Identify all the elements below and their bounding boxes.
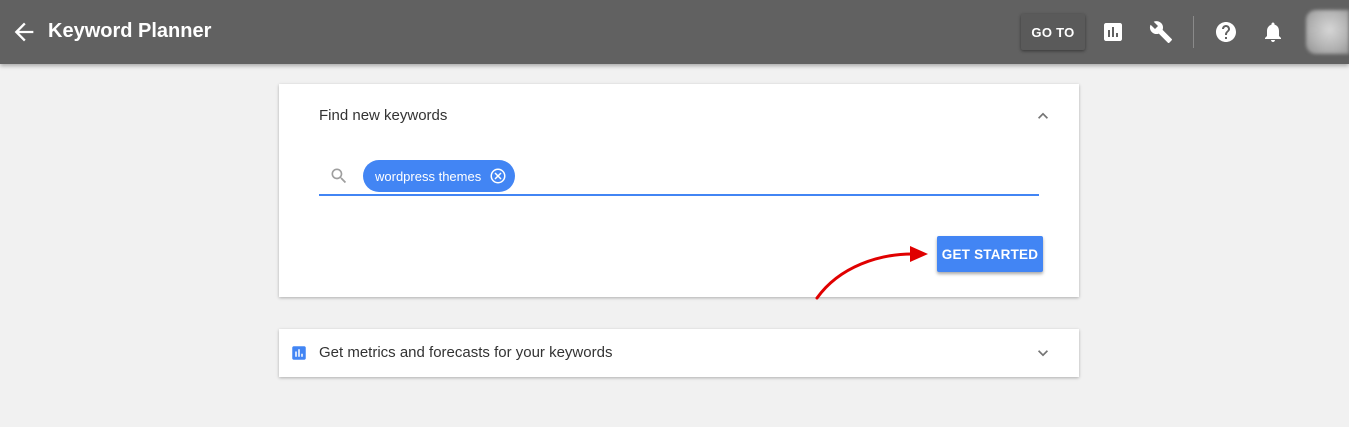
find-keywords-title: Find new keywords	[319, 107, 448, 124]
search-icon	[331, 168, 347, 184]
find-new-keywords-card: Find new keywords wordpress themes GET S…	[279, 84, 1079, 297]
get-started-button[interactable]: GET STARTED	[937, 236, 1043, 272]
remove-chip-icon[interactable]	[489, 167, 507, 185]
reports-icon[interactable]	[1101, 20, 1125, 44]
help-icon[interactable]	[1214, 20, 1238, 44]
top-app-bar: Keyword Planner GO TO	[0, 0, 1349, 64]
chart-icon	[292, 346, 306, 360]
keyword-chip-label: wordpress themes	[375, 168, 482, 184]
page-title: Keyword Planner	[48, 20, 212, 42]
notifications-bell-icon[interactable]	[1261, 20, 1285, 44]
chevron-down-icon[interactable]	[1033, 343, 1053, 363]
metrics-forecasts-card[interactable]: Get metrics and forecasts for your keywo…	[279, 329, 1079, 377]
go-to-button[interactable]: GO TO	[1021, 14, 1085, 50]
keyword-search-input[interactable]: wordpress themes	[319, 158, 1039, 196]
wrench-icon[interactable]	[1149, 20, 1173, 44]
metrics-title: Get metrics and forecasts for your keywo…	[319, 344, 613, 361]
chevron-up-icon[interactable]	[1033, 106, 1053, 126]
avatar[interactable]	[1306, 10, 1349, 54]
back-arrow-icon[interactable]	[10, 18, 38, 46]
header-divider	[1193, 16, 1194, 48]
keyword-chip: wordpress themes	[363, 160, 515, 192]
